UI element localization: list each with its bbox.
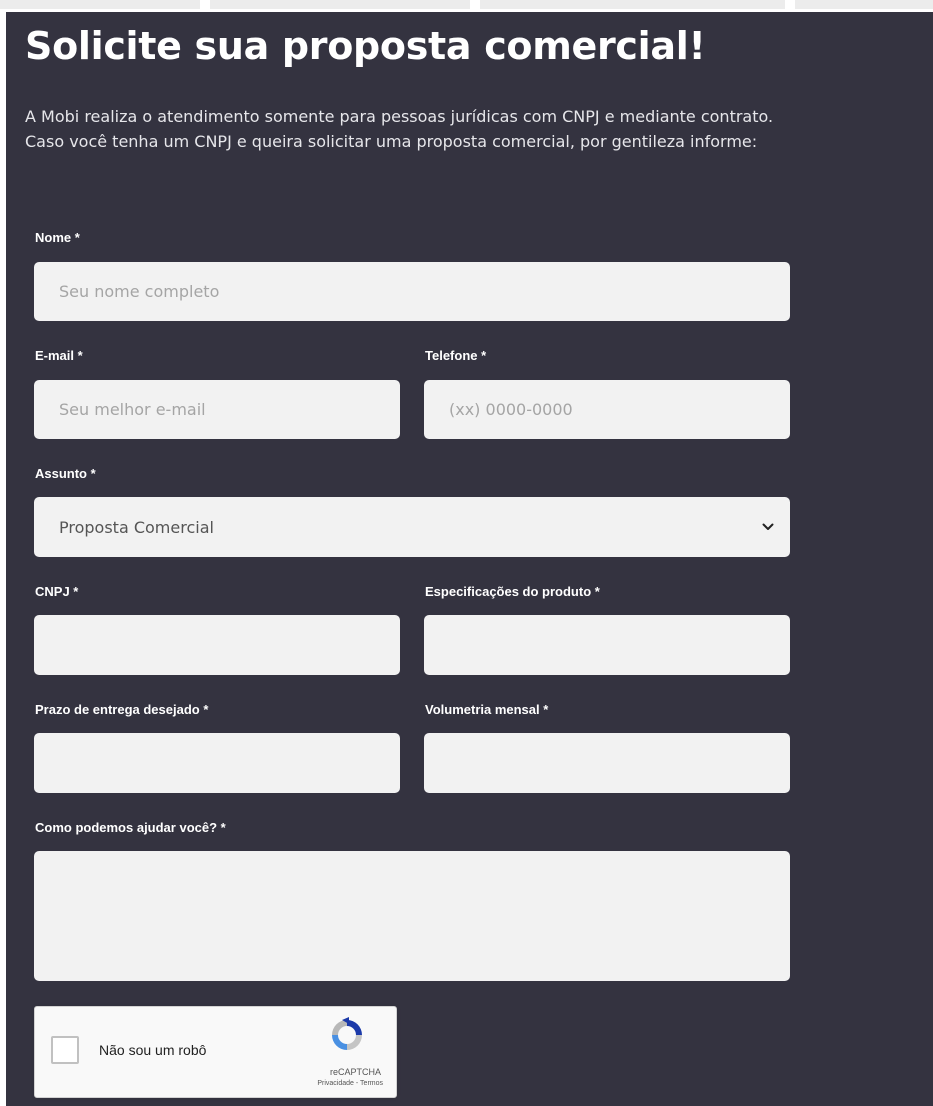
top-tab-3 <box>480 0 785 9</box>
page-title: Solicite sua proposta comercial! <box>25 24 706 68</box>
telefone-input[interactable] <box>424 380 790 439</box>
intro-line-1: A Mobi realiza o atendimento somente par… <box>25 107 774 126</box>
mensagem-label: Como podemos ajudar você? * <box>35 820 226 835</box>
especificacoes-input[interactable] <box>424 615 790 675</box>
especificacoes-label: Especificações do produto * <box>425 584 600 599</box>
cnpj-label: CNPJ * <box>35 584 79 599</box>
nome-input[interactable] <box>34 262 790 321</box>
recaptcha-logo-icon <box>329 1017 365 1053</box>
prazo-label: Prazo de entrega desejado * <box>35 702 209 717</box>
recaptcha-checkbox[interactable] <box>51 1036 79 1064</box>
assunto-selected-value: Proposta Comercial <box>59 517 214 537</box>
recaptcha-terms-link[interactable]: Termos <box>360 1080 383 1087</box>
volumetria-label: Volumetria mensal * <box>425 702 549 717</box>
email-label: E-mail * <box>35 348 83 363</box>
recaptcha-widget: Não sou um robô reCAPTCHA Privacidade - … <box>34 1006 397 1098</box>
telefone-label: Telefone * <box>425 348 487 363</box>
assunto-select[interactable]: Proposta Comercial <box>34 497 790 557</box>
volumetria-input[interactable] <box>424 733 790 793</box>
proposal-section: Solicite sua proposta comercial! A Mobi … <box>6 12 933 1106</box>
intro-line-2: Caso você tenha um CNPJ e queira solicit… <box>25 132 758 151</box>
recaptcha-brand: reCAPTCHA <box>329 1067 381 1077</box>
cnpj-input[interactable] <box>34 615 400 675</box>
intro-text: A Mobi realiza o atendimento somente par… <box>25 104 930 154</box>
nome-label: Nome * <box>35 230 80 245</box>
top-tab-1 <box>0 0 200 9</box>
top-tab-4 <box>795 0 933 9</box>
recaptcha-label: Não sou um robô <box>99 1042 207 1058</box>
email-input[interactable] <box>34 380 400 439</box>
assunto-label: Assunto * <box>35 466 96 481</box>
top-tab-2 <box>210 0 470 9</box>
mensagem-textarea[interactable] <box>34 851 790 981</box>
recaptcha-links: Privacidade - Termos <box>317 1080 383 1087</box>
recaptcha-privacy-link[interactable]: Privacidade <box>317 1080 354 1087</box>
chevron-down-icon <box>761 520 775 534</box>
prazo-input[interactable] <box>34 733 400 793</box>
top-strip <box>0 0 933 12</box>
